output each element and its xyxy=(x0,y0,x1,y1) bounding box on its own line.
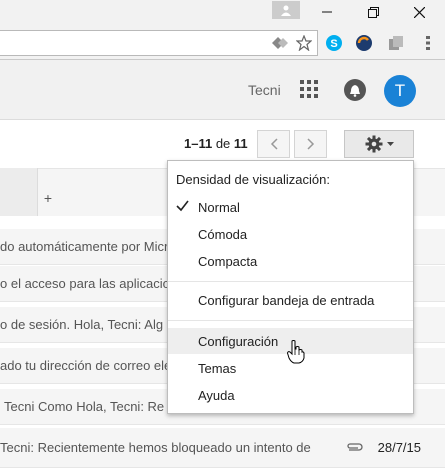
menu-dots-icon[interactable] xyxy=(418,33,438,53)
help-item-label: Ayuda xyxy=(198,387,235,403)
density-option-label: Normal xyxy=(198,199,240,215)
email-snippet: Tecni: Recientemente hemos bloqueado un … xyxy=(0,440,311,455)
pagination-label: 1–11 de 11 xyxy=(184,136,248,151)
density-option-label: Cómoda xyxy=(198,226,248,242)
user-name[interactable]: Tecni xyxy=(248,82,281,98)
menu-divider xyxy=(168,320,413,321)
category-tab[interactable] xyxy=(0,168,38,216)
settings-button[interactable] xyxy=(344,130,414,158)
email-snippet: o de sesión. Hola, Tecni: Alg xyxy=(0,317,164,332)
settings-dropdown-menu: Densidad de visualización: Normal Cómoda… xyxy=(167,160,414,414)
chevron-left-icon xyxy=(270,138,278,150)
email-snippet: Tecni Como Hola, Tecni: Re xyxy=(4,399,165,414)
check-icon xyxy=(176,199,189,215)
email-snippet: ado tu dirección de correo ele xyxy=(0,358,172,373)
bell-icon[interactable] xyxy=(344,79,366,101)
extension-diamond-icon[interactable] xyxy=(270,35,290,54)
density-option-label: Compacta xyxy=(198,253,258,269)
bookmark-star-icon[interactable] xyxy=(295,34,313,54)
menu-divider xyxy=(168,281,413,282)
avatar[interactable]: T xyxy=(384,75,416,107)
email-row[interactable]: Tecni: Recientemente hemos bloqueado un … xyxy=(0,428,445,468)
email-snippet: do automáticamente por Micr xyxy=(0,239,169,254)
density-option-compacta[interactable]: Compacta xyxy=(168,248,413,274)
pagination-total: 11 xyxy=(233,136,248,151)
restore-button[interactable] xyxy=(350,0,396,24)
person-icon xyxy=(281,5,291,16)
apps-grid-icon[interactable] xyxy=(300,80,318,98)
density-option-comoda[interactable]: Cómoda xyxy=(168,221,413,247)
pagination-of: de xyxy=(215,136,231,151)
caret-down-icon xyxy=(386,141,394,146)
close-icon xyxy=(413,6,425,18)
configure-inbox-item[interactable]: Configurar bandeja de entrada xyxy=(168,287,413,313)
density-header: Densidad de visualización: xyxy=(176,172,330,187)
restore-icon xyxy=(367,6,379,18)
density-option-normal[interactable]: Normal xyxy=(168,194,413,220)
themes-item-label: Temas xyxy=(198,360,237,376)
browser-profile-button[interactable] xyxy=(272,1,300,19)
paperclip-icon xyxy=(345,439,363,455)
configure-inbox-label: Configurar bandeja de entrada xyxy=(198,292,375,308)
email-date: 28/7/15 xyxy=(377,440,421,455)
minimize-button[interactable] xyxy=(304,0,350,24)
sync-extension-icon[interactable] xyxy=(354,33,374,53)
copy-extension-icon[interactable] xyxy=(386,33,406,53)
hand-cursor-icon xyxy=(286,340,305,367)
pagination-range: 1–11 xyxy=(184,136,213,151)
svg-text:S: S xyxy=(330,38,337,50)
previous-page-button[interactable] xyxy=(257,130,290,158)
email-snippet: o el acceso para las aplicacion xyxy=(0,276,178,291)
gmail-header xyxy=(0,60,445,120)
minimize-icon xyxy=(322,11,332,13)
chevron-right-icon xyxy=(306,138,314,150)
add-tab-button[interactable]: + xyxy=(38,190,58,206)
close-window-button[interactable] xyxy=(396,0,442,24)
settings-item-label: Configuración xyxy=(198,333,279,349)
gear-icon xyxy=(365,135,382,153)
next-page-button[interactable] xyxy=(294,130,327,158)
help-item[interactable]: Ayuda xyxy=(168,382,413,408)
skype-extension-icon[interactable]: S xyxy=(324,33,344,53)
